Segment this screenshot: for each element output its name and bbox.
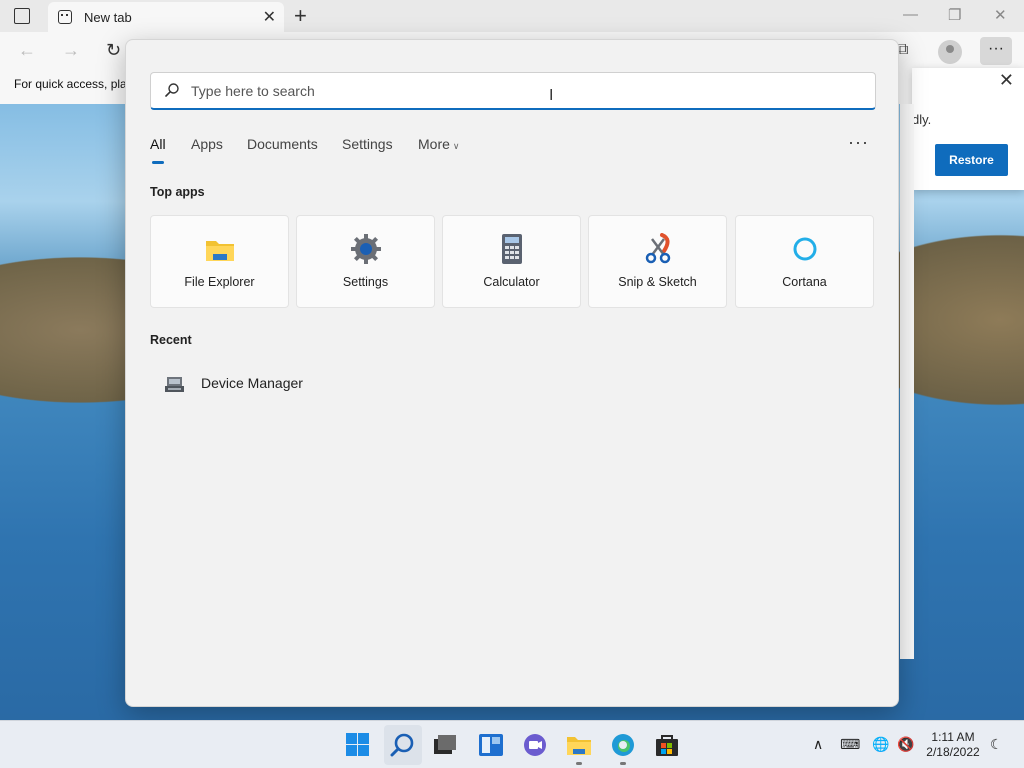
active-filter-indicator (152, 161, 164, 164)
back-icon[interactable]: ← (18, 40, 36, 61)
file-explorer-taskbar-icon[interactable] (566, 733, 592, 757)
task-view-icon[interactable] (432, 733, 458, 757)
browser-tab[interactable]: New tab ✕ (48, 2, 284, 32)
text-cursor-icon: I (549, 87, 554, 104)
tab-actions-icon[interactable] (14, 8, 30, 24)
folder-icon (206, 241, 234, 261)
settings-more-button[interactable]: ··· (980, 37, 1012, 65)
close-window-button[interactable]: ✕ (994, 6, 1007, 24)
app-label: Snip & Sketch (618, 275, 697, 289)
filter-more-label: More (418, 136, 450, 152)
running-indicator (620, 762, 626, 765)
favorites-bar-text: For quick access, pla (14, 77, 127, 91)
gear-icon (351, 234, 381, 264)
search-input[interactable] (191, 81, 851, 101)
microsoft-store-icon[interactable] (654, 733, 680, 757)
tab-title: New tab (84, 10, 132, 25)
app-label: Settings (342, 275, 389, 289)
filter-more[interactable]: More ∨ (418, 136, 460, 152)
more-options-icon[interactable]: ··· (848, 132, 869, 153)
app-label: File Explorer (184, 275, 255, 289)
tab-close-icon[interactable]: ✕ (263, 7, 276, 27)
filter-all[interactable]: All (150, 136, 166, 152)
app-tile-file-explorer[interactable]: File Explorer (150, 215, 289, 308)
windows-start-icon[interactable] (345, 733, 371, 757)
browser-titlebar: New tab ✕ + — ❐ ✕ (0, 0, 1024, 32)
filter-documents[interactable]: Documents (247, 136, 318, 152)
profile-avatar[interactable] (938, 40, 962, 64)
taskbar: ∧ ⌨ 🌐 🔇 1:11 AM 2/18/2022 ☾ (0, 720, 1024, 768)
recent-heading: Recent (150, 333, 192, 347)
minimize-button[interactable]: — (903, 6, 918, 23)
browser-content-edge (900, 104, 914, 659)
forward-icon[interactable]: → (62, 40, 80, 61)
recent-item-label: Device Manager (201, 375, 303, 391)
popup-message: dly. (912, 112, 932, 127)
chevron-down-icon: ∨ (452, 141, 460, 151)
cortana-ring-icon (793, 237, 817, 261)
search-box[interactable]: I (150, 72, 876, 110)
clock-date: 2/18/2022 (926, 745, 980, 759)
scissors-icon (645, 233, 671, 264)
keyboard-icon[interactable]: ⌨ (840, 736, 860, 753)
app-tile-calculator[interactable]: Calculator (442, 215, 581, 308)
filter-apps[interactable]: Apps (191, 136, 223, 152)
edge-browser-icon[interactable] (610, 733, 636, 757)
search-icon (165, 83, 179, 97)
restore-pages-popup: ✕ dly. Restore (912, 68, 1024, 190)
taskbar-clock[interactable]: 1:11 AM 2/18/2022 (920, 730, 986, 760)
popup-close-icon[interactable]: ✕ (999, 70, 1014, 91)
widgets-icon[interactable] (478, 733, 504, 757)
app-tile-snip-sketch[interactable]: Snip & Sketch (588, 215, 727, 308)
search-panel: I All Apps Documents Settings More∨ ··· … (125, 39, 899, 707)
running-indicator (576, 762, 582, 765)
volume-muted-icon[interactable]: 🔇 (897, 736, 914, 753)
new-tab-page-icon (58, 10, 72, 24)
new-tab-button[interactable]: + (294, 3, 307, 29)
filter-settings[interactable]: Settings (342, 136, 393, 152)
app-label: Calculator (483, 275, 540, 289)
calculator-icon (502, 234, 522, 264)
app-tile-cortana[interactable]: Cortana (735, 215, 874, 308)
chevron-up-icon[interactable]: ∧ (813, 736, 823, 753)
recent-item-device-manager[interactable]: Device Manager (162, 371, 462, 397)
focus-assist-moon-icon[interactable]: ☾ (990, 736, 1003, 753)
device-manager-icon (165, 377, 184, 392)
refresh-icon[interactable]: ↻ (106, 40, 121, 61)
taskbar-search-icon[interactable] (390, 733, 416, 757)
top-apps-heading: Top apps (150, 185, 205, 199)
chat-icon[interactable] (522, 733, 548, 757)
app-label: Cortana (782, 275, 827, 289)
network-globe-icon[interactable]: 🌐 (872, 736, 889, 753)
restore-window-button[interactable]: ❐ (948, 6, 961, 24)
app-tile-settings[interactable]: Settings (296, 215, 435, 308)
restore-button[interactable]: Restore (935, 144, 1008, 176)
clock-time: 1:11 AM (931, 730, 975, 744)
